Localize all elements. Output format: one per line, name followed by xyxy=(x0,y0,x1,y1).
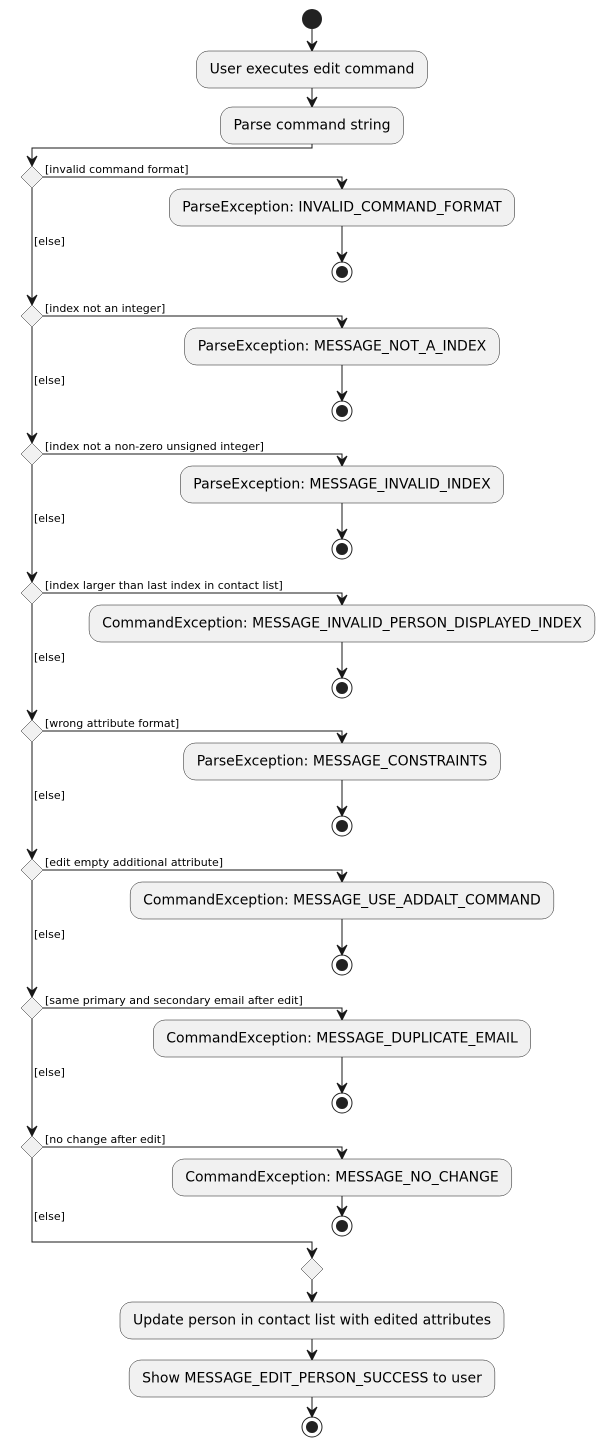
stop-node-dot xyxy=(336,820,348,832)
exception-action-box: CommandException: MESSAGE_INVALID_PERSON… xyxy=(88,604,596,643)
else-label: [else] xyxy=(34,235,65,248)
start-node-icon xyxy=(302,9,322,29)
connector-line xyxy=(43,869,343,882)
connector-line xyxy=(43,592,343,605)
stop-node-dot xyxy=(336,543,348,555)
action-user-executes-edit: User executes edit command xyxy=(196,50,428,89)
else-label: [else] xyxy=(34,1210,65,1223)
connector-line xyxy=(43,730,343,743)
action-label: Show MESSAGE_EDIT_PERSON_SUCCESS to user xyxy=(142,1371,482,1387)
guard-label: [edit empty additional attribute] xyxy=(45,856,223,869)
guard-label: [index not a non-zero unsigned integer] xyxy=(45,440,264,453)
stop-node-icon xyxy=(301,1416,323,1438)
stop-node-icon xyxy=(331,1092,353,1114)
decision-diamond xyxy=(20,719,44,743)
exception-action-box: CommandException: MESSAGE_DUPLICATE_EMAI… xyxy=(153,1019,531,1058)
exception-action-box: ParseException: MESSAGE_NOT_A_INDEX xyxy=(184,327,500,366)
stop-node-icon xyxy=(331,538,353,560)
connector-line xyxy=(43,1007,343,1020)
decision-diamond xyxy=(20,1135,44,1159)
exception-action-box: ParseException: MESSAGE_CONSTRAINTS xyxy=(183,742,501,781)
action-update-person: Update person in contact list with edite… xyxy=(119,1301,505,1340)
action-label: ParseException: MESSAGE_CONSTRAINTS xyxy=(197,754,488,770)
stop-node-dot xyxy=(336,1097,348,1109)
stop-node-dot xyxy=(306,1421,318,1433)
action-label: CommandException: MESSAGE_NO_CHANGE xyxy=(185,1170,499,1186)
guard-label: [index larger than last index in contact… xyxy=(45,579,283,592)
action-label: CommandException: MESSAGE_DUPLICATE_EMAI… xyxy=(166,1031,518,1047)
guard-label: [wrong attribute format] xyxy=(45,717,179,730)
guard-label: [no change after edit] xyxy=(45,1133,165,1146)
stop-node-icon xyxy=(331,400,353,422)
stop-node-dot xyxy=(336,959,348,971)
node-layer: User executes edit command Parse command … xyxy=(20,9,596,1438)
exception-action-box: CommandException: MESSAGE_NO_CHANGE xyxy=(171,1158,513,1197)
stop-node-icon xyxy=(331,261,353,283)
else-label: [else] xyxy=(34,512,65,525)
connector-line xyxy=(43,176,343,189)
stop-node-icon xyxy=(331,677,353,699)
stop-node-dot xyxy=(336,405,348,417)
decision-diamond xyxy=(20,165,44,189)
stop-node-dot xyxy=(336,682,348,694)
stop-node-icon xyxy=(331,815,353,837)
action-label: User executes edit command xyxy=(210,62,415,78)
merge-diamond xyxy=(300,1257,324,1281)
action-label: CommandException: MESSAGE_INVALID_PERSON… xyxy=(102,616,582,632)
decision-diamond xyxy=(20,581,44,605)
else-label: [else] xyxy=(34,651,65,664)
connector-line xyxy=(43,315,343,328)
stop-node-icon xyxy=(331,1215,353,1237)
connector-line xyxy=(43,453,343,466)
action-label: ParseException: MESSAGE_NOT_A_INDEX xyxy=(198,339,487,355)
action-label: CommandException: MESSAGE_USE_ADDALT_COM… xyxy=(143,893,541,909)
stop-node-dot xyxy=(336,266,348,278)
else-label: [else] xyxy=(34,928,65,941)
decision-diamond xyxy=(20,996,44,1020)
action-show-success: Show MESSAGE_EDIT_PERSON_SUCCESS to user xyxy=(128,1359,496,1398)
exception-action-box: ParseException: INVALID_COMMAND_FORMAT xyxy=(169,188,515,227)
decision-diamond xyxy=(20,442,44,466)
action-label: Parse command string xyxy=(233,118,390,134)
stop-node-dot xyxy=(336,1220,348,1232)
else-label: [else] xyxy=(34,374,65,387)
action-label: ParseException: INVALID_COMMAND_FORMAT xyxy=(182,200,502,216)
action-label: Update person in contact list with edite… xyxy=(133,1313,491,1329)
else-label: [else] xyxy=(34,789,65,802)
action-label: ParseException: MESSAGE_INVALID_INDEX xyxy=(193,477,491,493)
guard-label: [same primary and secondary email after … xyxy=(45,994,303,1007)
decision-diamond xyxy=(20,304,44,328)
decision-diamond xyxy=(20,858,44,882)
guard-label: [invalid command format] xyxy=(45,163,189,176)
activity-diagram: User executes edit command Parse command … xyxy=(20,9,596,1438)
connector-line xyxy=(43,1146,343,1159)
exception-action-box: CommandException: MESSAGE_USE_ADDALT_COM… xyxy=(129,881,555,920)
guard-label: [index not an integer] xyxy=(45,302,165,315)
else-label: [else] xyxy=(34,1066,65,1079)
stop-node-icon xyxy=(331,954,353,976)
action-parse-command: Parse command string xyxy=(220,106,404,145)
exception-action-box: ParseException: MESSAGE_INVALID_INDEX xyxy=(180,465,504,504)
